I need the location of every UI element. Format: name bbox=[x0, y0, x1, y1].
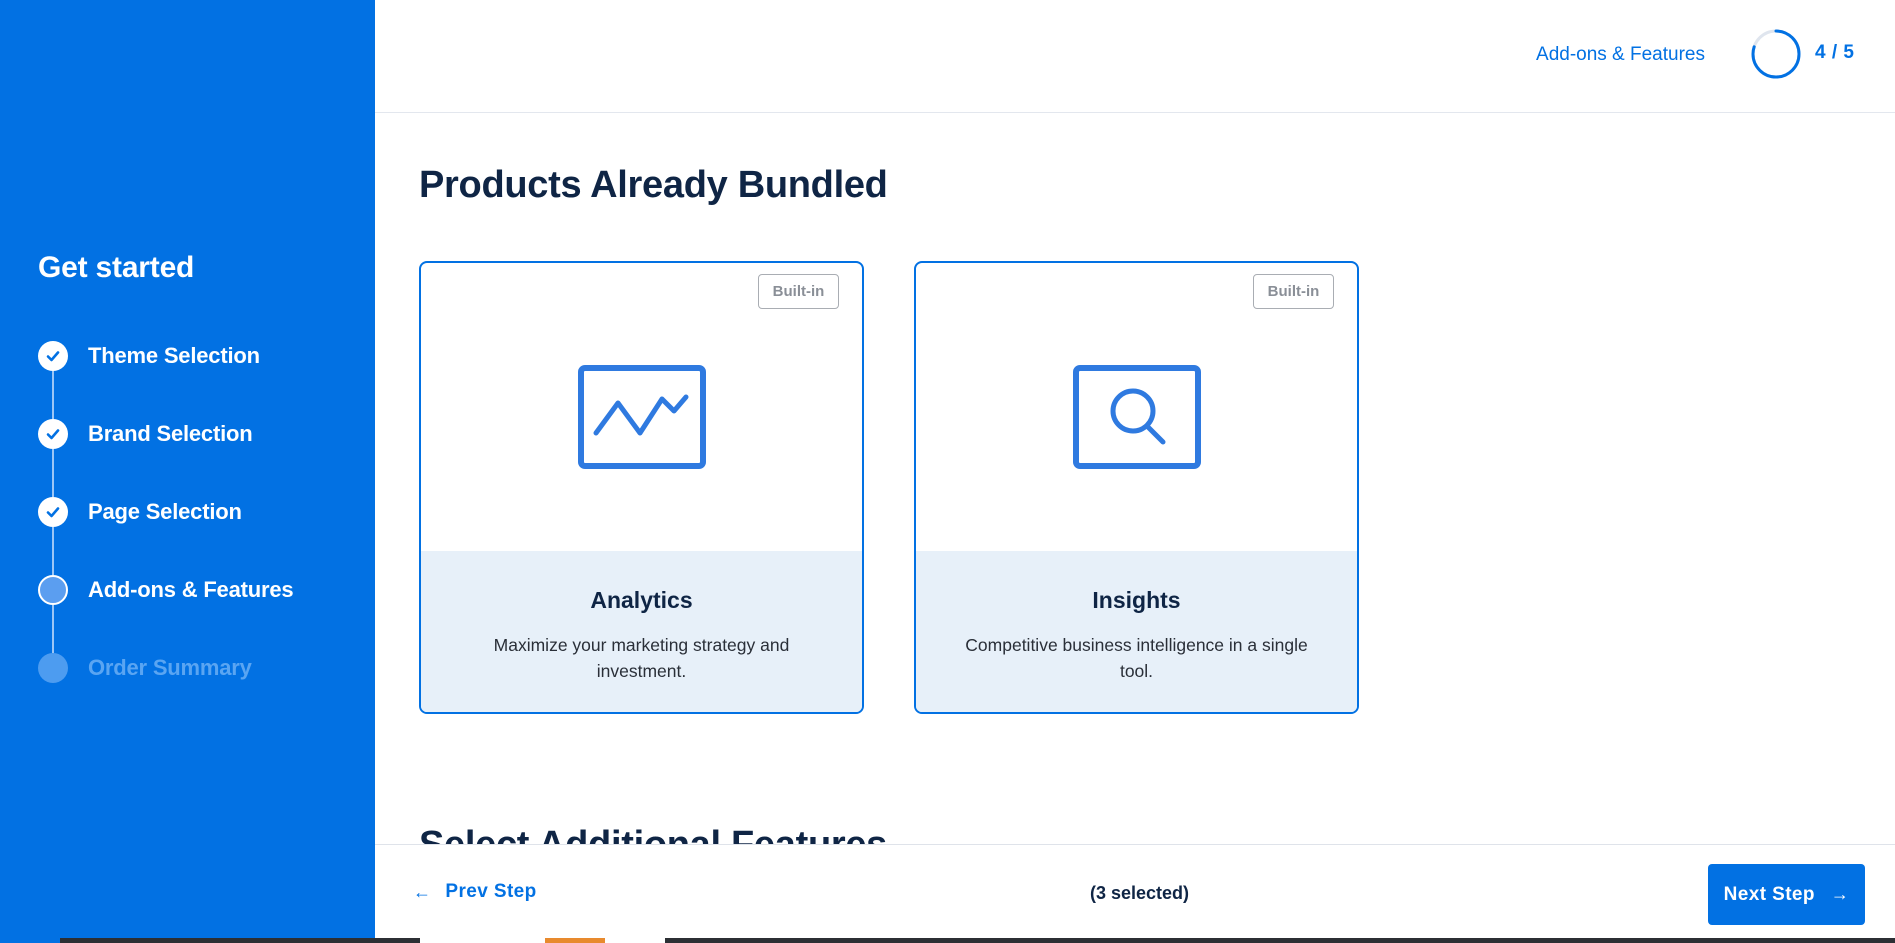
current-step-name: Add-ons & Features bbox=[1536, 44, 1705, 65]
current-step-marker-icon bbox=[38, 575, 68, 605]
step-connector bbox=[52, 449, 54, 497]
section-title: Products Already Bundled bbox=[419, 164, 888, 206]
card-title: Analytics bbox=[590, 587, 693, 613]
wizard-sidebar: Get started Theme Selection Brand Select… bbox=[0, 0, 375, 943]
card-icon-area bbox=[916, 263, 1357, 551]
selected-count: (3 selected) bbox=[1090, 883, 1190, 903]
progress-count: 4 / 5 bbox=[1815, 42, 1855, 63]
arrow-left-icon: ← bbox=[413, 881, 432, 902]
step-theme-selection[interactable]: Theme Selection bbox=[38, 341, 293, 419]
sidebar-title: Get started bbox=[38, 251, 195, 284]
arrow-right-icon: → bbox=[1830, 884, 1850, 904]
next-step-button[interactable]: Next Step → bbox=[1708, 864, 1865, 925]
step-label: Brand Selection bbox=[88, 421, 253, 446]
step-label: Theme Selection bbox=[88, 343, 260, 368]
step-label: Order Summary bbox=[88, 655, 252, 680]
step-list: Theme Selection Brand Selection Page Sel… bbox=[38, 341, 294, 731]
prev-step-label: Prev Step bbox=[445, 881, 537, 902]
progress-ring-icon bbox=[1751, 29, 1801, 79]
main-content: Products Already Bundled Built-in Analyt… bbox=[375, 114, 1895, 844]
card-description: Maximize your marketing strategy and inv… bbox=[493, 635, 790, 681]
top-bar: Add-ons & Features 4 / 5 bbox=[375, 0, 1895, 113]
step-addons-features[interactable]: Add-ons & Features bbox=[38, 575, 294, 653]
card-title: Insights bbox=[1092, 587, 1181, 613]
step-connector bbox=[52, 527, 54, 575]
check-icon bbox=[38, 341, 68, 371]
card-description: Competitive business intelligence in a s… bbox=[965, 635, 1308, 681]
additional-features-title: Select Additional Features bbox=[419, 824, 887, 844]
step-order-summary: Order Summary bbox=[38, 653, 293, 731]
product-card-analytics[interactable]: Built-in Analytics Maximize your marketi… bbox=[419, 261, 864, 714]
analytics-chart-icon bbox=[577, 365, 706, 469]
card-info: Analytics Maximize your marketing strate… bbox=[421, 551, 862, 712]
pending-step-marker-icon bbox=[38, 653, 68, 683]
step-label: Add-ons & Features bbox=[88, 577, 294, 602]
check-icon bbox=[38, 497, 68, 527]
card-icon-area bbox=[421, 263, 862, 551]
prev-step-button[interactable]: ← Prev Step bbox=[413, 881, 537, 903]
next-step-label: Next Step bbox=[1723, 883, 1815, 905]
step-page-selection[interactable]: Page Selection bbox=[38, 497, 293, 575]
bottom-edge-strip bbox=[0, 938, 1895, 943]
insights-search-icon bbox=[1072, 365, 1201, 469]
product-card-insights[interactable]: Built-in Insights Competitive business i… bbox=[914, 261, 1359, 714]
step-brand-selection[interactable]: Brand Selection bbox=[38, 419, 293, 497]
wizard-footer: ← Prev Step (3 selected) Next Step → bbox=[375, 844, 1895, 943]
card-info: Insights Competitive business intelligen… bbox=[916, 551, 1357, 712]
step-connector bbox=[52, 371, 54, 419]
check-icon bbox=[38, 419, 68, 449]
step-connector bbox=[52, 605, 54, 653]
step-label: Page Selection bbox=[88, 499, 242, 524]
